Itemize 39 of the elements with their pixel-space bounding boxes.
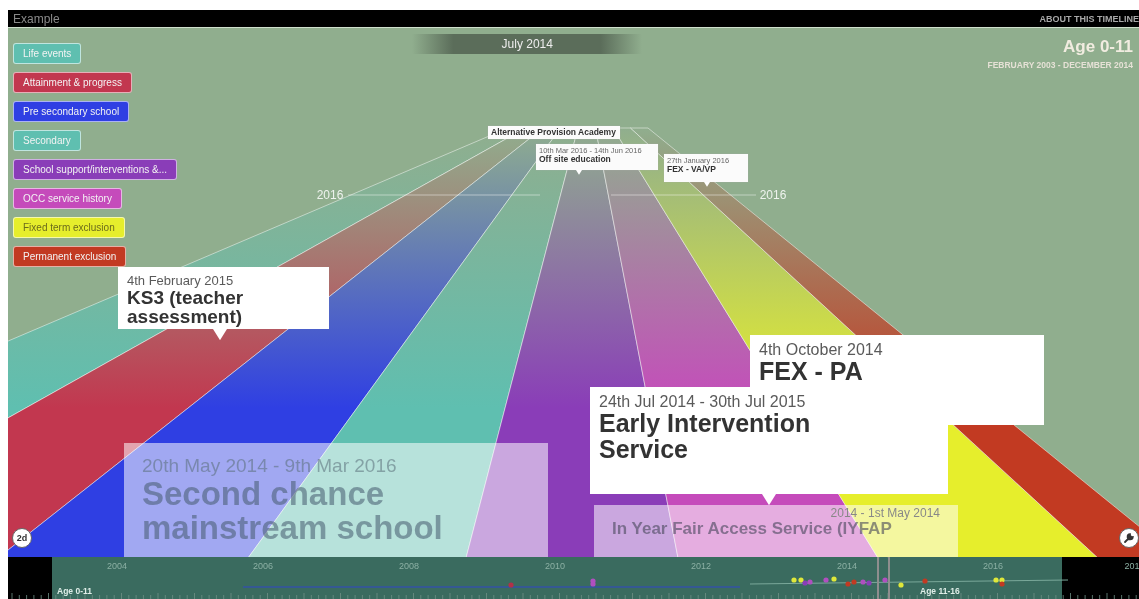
- year-label: 2004: [107, 561, 127, 571]
- event-title: FEX - VA/VP: [667, 165, 717, 175]
- event-date: 4th October 2014: [759, 341, 884, 359]
- year-label: 201: [1124, 561, 1139, 571]
- year-label: 2008: [399, 561, 419, 571]
- year-label: 2006: [253, 561, 273, 571]
- age-segment-label: Age 0-11: [57, 586, 92, 596]
- year-label: 2016: [316, 188, 344, 202]
- category-filter-button[interactable]: Permanent exclusion: [13, 246, 127, 267]
- event-title: Off site education: [539, 155, 612, 165]
- year-label: 2016: [983, 561, 1003, 571]
- current-date-banner: July 2014: [412, 34, 643, 54]
- wrench-icon: [1123, 532, 1135, 544]
- year-label: 2014: [837, 561, 857, 571]
- event-title: KS3 (teacher assessment): [127, 288, 245, 327]
- card-pointer: [762, 494, 776, 506]
- age-segment-label: Age 11-16: [920, 586, 960, 596]
- about-link[interactable]: ABOUT THIS TIMELINE: [1039, 13, 1139, 24]
- card-pointer: [576, 170, 582, 175]
- card-pointer: [704, 182, 710, 187]
- category-filter-button[interactable]: School support/interventions &...: [13, 159, 177, 180]
- category-filter-button[interactable]: Attainment & progress: [13, 72, 132, 93]
- event-title: In Year Fair Access Service (IYFAP: [612, 520, 892, 538]
- category-filter-button[interactable]: Fixed term exclusion: [13, 217, 125, 238]
- year-label: 2012: [691, 561, 711, 571]
- category-filter-button[interactable]: OCC service history: [13, 188, 122, 209]
- card-pointer: [213, 329, 227, 341]
- scrubber-handle[interactable]: [877, 557, 890, 599]
- event-title: FEX - PA: [759, 359, 864, 385]
- year-label: 2010: [545, 561, 565, 571]
- event-card[interactable]: 24th Jul 2014 - 30th Jul 2015 Early Intervention Service: [590, 387, 948, 494]
- year-label: 2016: [759, 188, 787, 202]
- age-range-title: Age 0-11: [1063, 37, 1133, 57]
- category-filter-button[interactable]: Pre secondary school: [13, 101, 130, 122]
- date-range: FEBRUARY 2003 - DECEMBER 2014: [987, 60, 1133, 70]
- event-date: 20th May 2014 - 9th Mar 2016: [142, 455, 398, 477]
- event-card[interactable]: 4th February 2015 KS3 (teacher assessment): [118, 267, 329, 329]
- window-title: Example: [13, 11, 60, 26]
- event-date: 4th February 2015: [127, 273, 235, 288]
